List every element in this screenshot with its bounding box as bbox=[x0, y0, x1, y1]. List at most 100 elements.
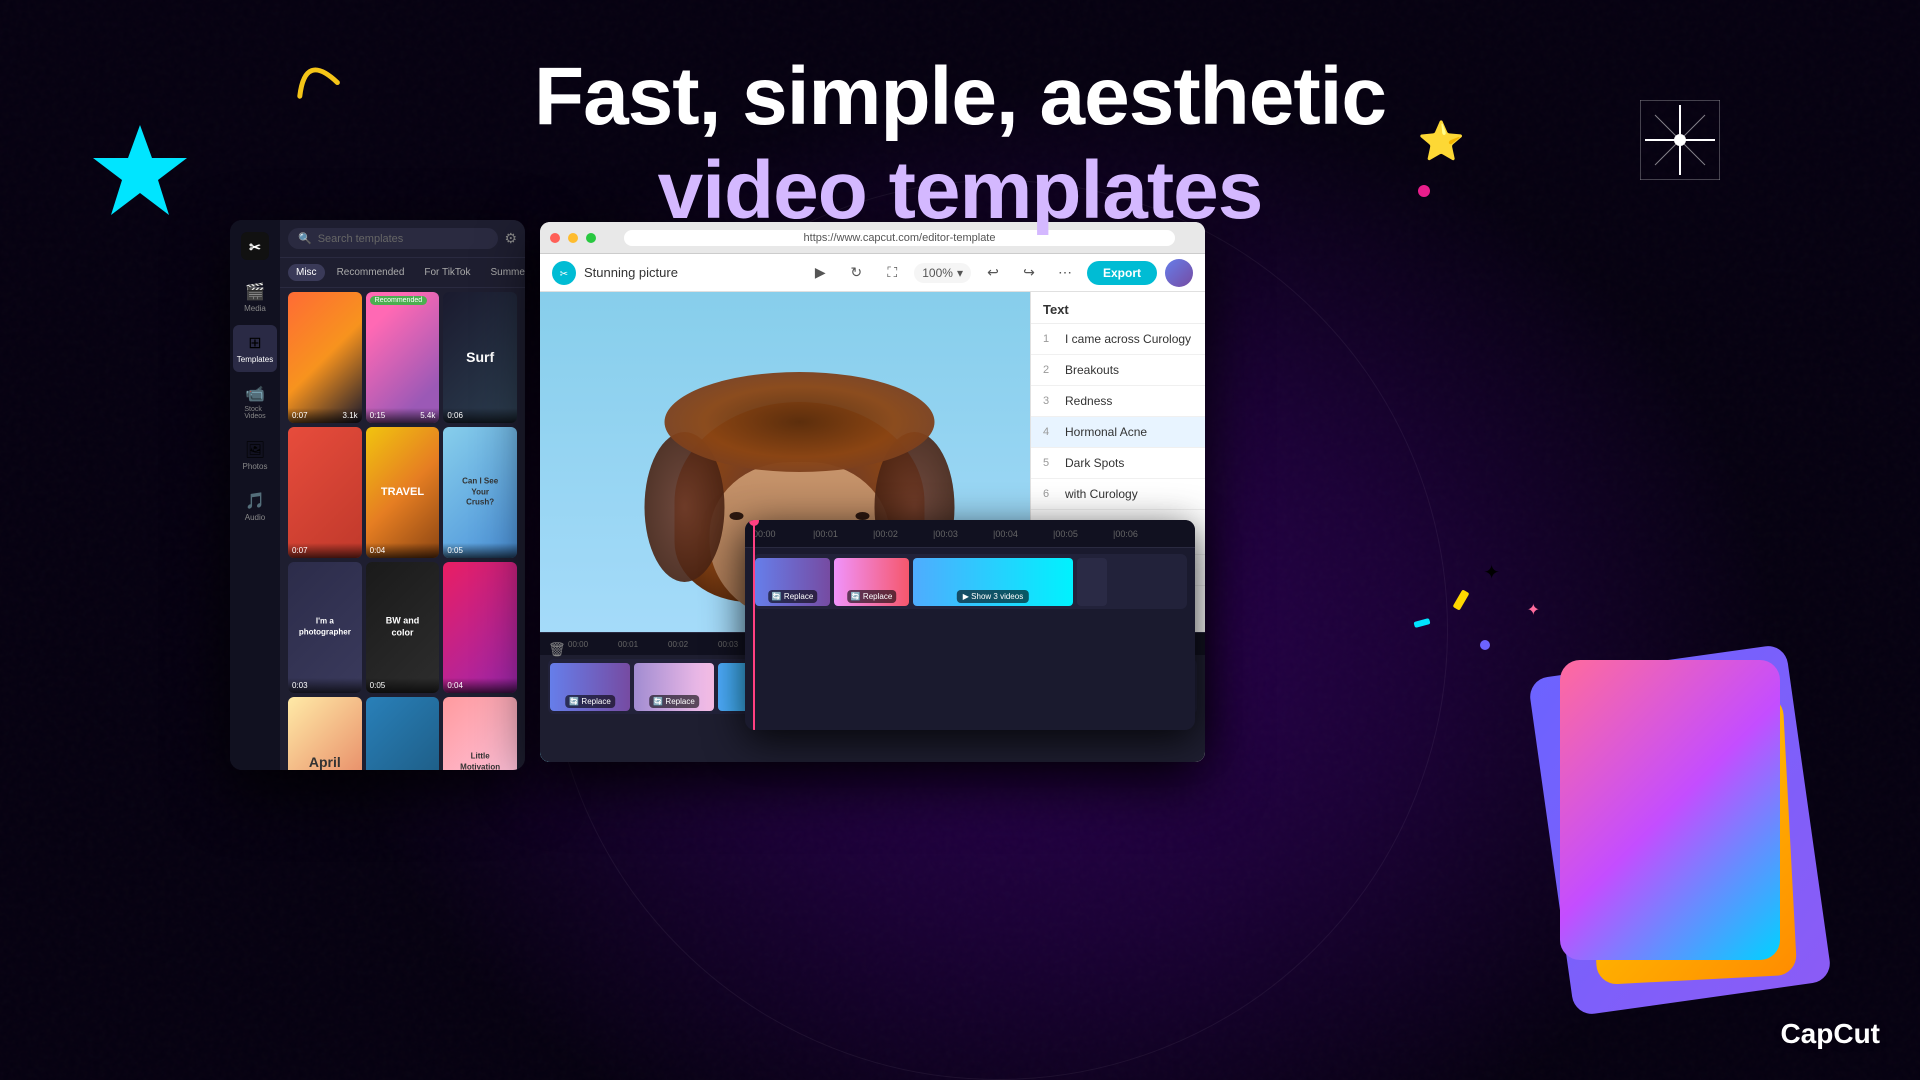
confetti-star-1: ✦ bbox=[1483, 560, 1500, 585]
fullscreen-button[interactable]: ⛶ bbox=[878, 259, 906, 287]
templates-icon: ⊞ bbox=[245, 333, 265, 353]
timeline-content: 🔄 Replace 🔄 Replace ▶ Show 3 videos bbox=[745, 548, 1195, 619]
text-item-6[interactable]: 6 with Curology bbox=[1031, 479, 1205, 510]
track-1-replace-btn[interactable]: 🔄 Replace bbox=[565, 695, 615, 708]
stock-icon: 📹 bbox=[245, 384, 265, 404]
template-item-7[interactable]: I'm a photographer 0:03 bbox=[288, 562, 362, 693]
tab-summer[interactable]: Summer bbox=[483, 264, 526, 281]
text-item-1[interactable]: 1 I came across Curology bbox=[1031, 324, 1205, 355]
template-item-9[interactable]: 0:04 bbox=[443, 562, 517, 693]
tl-ruler-03: |00:03 bbox=[933, 529, 993, 539]
tl-replace-1b[interactable]: 🔄 Replace bbox=[847, 590, 897, 603]
template-3-duration: 0:06 bbox=[447, 411, 463, 420]
sidebar-item-audio[interactable]: 🎵 Audio bbox=[233, 483, 277, 530]
editor-toolbar: ✂ Stunning picture ▶ ↻ ⛶ 100% ▾ ↩ ↪ ⋯ Ex… bbox=[540, 254, 1205, 292]
template-item-12[interactable]: Little Motivation 0:05 bbox=[443, 697, 517, 770]
text-item-3[interactable]: 3 Redness bbox=[1031, 386, 1205, 417]
left-sidebar: ✂ 🎬 Media ⊞ Templates 📹 StockVideos 🖼 Ph… bbox=[230, 220, 280, 770]
tl-track-1: 🔄 Replace 🔄 Replace ▶ Show 3 videos bbox=[753, 554, 1187, 609]
track-1-replace-btn-2[interactable]: 🔄 Replace bbox=[649, 695, 699, 708]
track-1-thumb-1: 🔄 Replace bbox=[550, 663, 630, 711]
text-item-2-content: Breakouts bbox=[1065, 363, 1193, 377]
template-9-overlay: 0:04 bbox=[443, 678, 517, 693]
delete-icon[interactable]: 🗑 bbox=[548, 641, 566, 658]
search-bar: 🔍 Search templates ⚙ bbox=[280, 220, 525, 258]
sidebar-item-photos[interactable]: 🖼 Photos bbox=[233, 432, 277, 479]
text-item-4-num: 4 bbox=[1043, 426, 1055, 438]
tl-show-more-1[interactable]: ▶ Show 3 videos bbox=[957, 590, 1029, 603]
template-7-text: I'm a photographer bbox=[299, 617, 351, 638]
cyan-star-decoration bbox=[90, 120, 190, 220]
confetti-star-2: ✦ bbox=[1527, 600, 1540, 620]
left-app-panel: ✂ 🎬 Media ⊞ Templates 📹 StockVideos 🖼 Ph… bbox=[230, 220, 525, 770]
templates-label: Templates bbox=[237, 355, 273, 364]
template-8-text: BW and color bbox=[384, 616, 421, 639]
right-eye bbox=[856, 512, 870, 520]
tl-ruler-01: |00:01 bbox=[813, 529, 873, 539]
svg-text:✂: ✂ bbox=[249, 239, 261, 255]
template-7-overlay: 0:03 bbox=[288, 678, 362, 693]
text-item-5[interactable]: 5 Dark Spots bbox=[1031, 448, 1205, 479]
template-1-overlay: 0:07 3.1k bbox=[288, 408, 362, 423]
tl-ruler-00: 00:00 bbox=[753, 529, 813, 539]
left-eye bbox=[730, 512, 744, 520]
cards-stack bbox=[1490, 600, 1810, 1000]
text-item-1-num: 1 bbox=[1043, 333, 1055, 345]
undo-button[interactable]: ↩ bbox=[979, 259, 1007, 287]
text-item-2-num: 2 bbox=[1043, 364, 1055, 376]
filter-button[interactable]: ⚙ bbox=[504, 230, 517, 247]
template-5-overlay: 0:04 bbox=[366, 543, 440, 558]
ruler-00: 00:00 bbox=[568, 640, 618, 649]
template-4-overlay: 0:07 bbox=[288, 543, 362, 558]
sidebar-item-media[interactable]: 🎬 Media bbox=[233, 274, 277, 321]
audio-label: Audio bbox=[245, 513, 265, 522]
sidebar-item-stock[interactable]: 📹 StockVideos bbox=[233, 376, 277, 428]
template-7-duration: 0:03 bbox=[292, 681, 308, 690]
audio-icon: 🎵 bbox=[245, 491, 265, 511]
template-item-3[interactable]: Surf 0:06 bbox=[443, 292, 517, 423]
text-item-6-content: with Curology bbox=[1065, 487, 1193, 501]
template-item-1[interactable]: 0:07 3.1k bbox=[288, 292, 362, 423]
track-1-thumb-2: 🔄 Replace bbox=[634, 663, 714, 711]
stock-label: StockVideos bbox=[244, 406, 265, 420]
template-item-4[interactable]: 0:07 bbox=[288, 427, 362, 558]
zoom-control[interactable]: 100% ▾ bbox=[914, 263, 971, 283]
tl-replace-1a[interactable]: 🔄 Replace bbox=[768, 590, 818, 603]
play-button[interactable]: ▶ bbox=[806, 259, 834, 287]
template-item-5[interactable]: TRAVEL 0:04 bbox=[366, 427, 440, 558]
search-input-wrap[interactable]: 🔍 Search templates bbox=[288, 228, 498, 249]
redo-button[interactable]: ↪ bbox=[1015, 259, 1043, 287]
more-options-button[interactable]: ⋯ bbox=[1051, 259, 1079, 287]
tl-track-1-extra bbox=[1077, 558, 1107, 606]
template-10-text: April bbox=[309, 753, 341, 770]
template-item-10[interactable]: April 0:06 bbox=[288, 697, 362, 770]
text-item-4[interactable]: 4 Hormonal Acne bbox=[1031, 417, 1205, 448]
tab-tiktok[interactable]: For TikTok bbox=[416, 264, 478, 281]
pointer-head bbox=[749, 520, 759, 526]
refresh-button[interactable]: ↻ bbox=[842, 259, 870, 287]
top-hair-curl bbox=[665, 372, 935, 472]
text-item-5-num: 5 bbox=[1043, 457, 1055, 469]
user-avatar[interactable] bbox=[1165, 259, 1193, 287]
template-item-6[interactable]: Can I See Your Crush? 0:05 bbox=[443, 427, 517, 558]
template-item-2[interactable]: Recommended 0:15 5.4k bbox=[366, 292, 440, 423]
template-item-8[interactable]: BW and color 0:05 bbox=[366, 562, 440, 693]
media-label: Media bbox=[244, 304, 266, 313]
search-icon: 🔍 bbox=[298, 232, 312, 245]
template-2-duration: 0:15 bbox=[370, 411, 386, 420]
tl-ruler-05: |00:05 bbox=[1053, 529, 1113, 539]
capcut-logo: CapCut bbox=[1780, 1018, 1880, 1050]
tab-misc[interactable]: Misc bbox=[288, 264, 325, 281]
template-5-duration: 0:04 bbox=[370, 546, 386, 555]
sparkle-decoration-right bbox=[1640, 100, 1720, 185]
sidebar-item-templates[interactable]: ⊞ Templates bbox=[233, 325, 277, 372]
template-item-11[interactable]: 0:07 bbox=[366, 697, 440, 770]
photos-icon: 🖼 bbox=[245, 440, 265, 460]
text-item-3-num: 3 bbox=[1043, 395, 1055, 407]
text-item-2[interactable]: 2 Breakouts bbox=[1031, 355, 1205, 386]
export-button[interactable]: Export bbox=[1087, 261, 1157, 285]
tab-recommended[interactable]: Recommended bbox=[329, 264, 413, 281]
template-6-duration: 0:05 bbox=[447, 546, 463, 555]
zoom-chevron: ▾ bbox=[957, 266, 963, 280]
template-2-views: 5.4k bbox=[420, 411, 435, 420]
